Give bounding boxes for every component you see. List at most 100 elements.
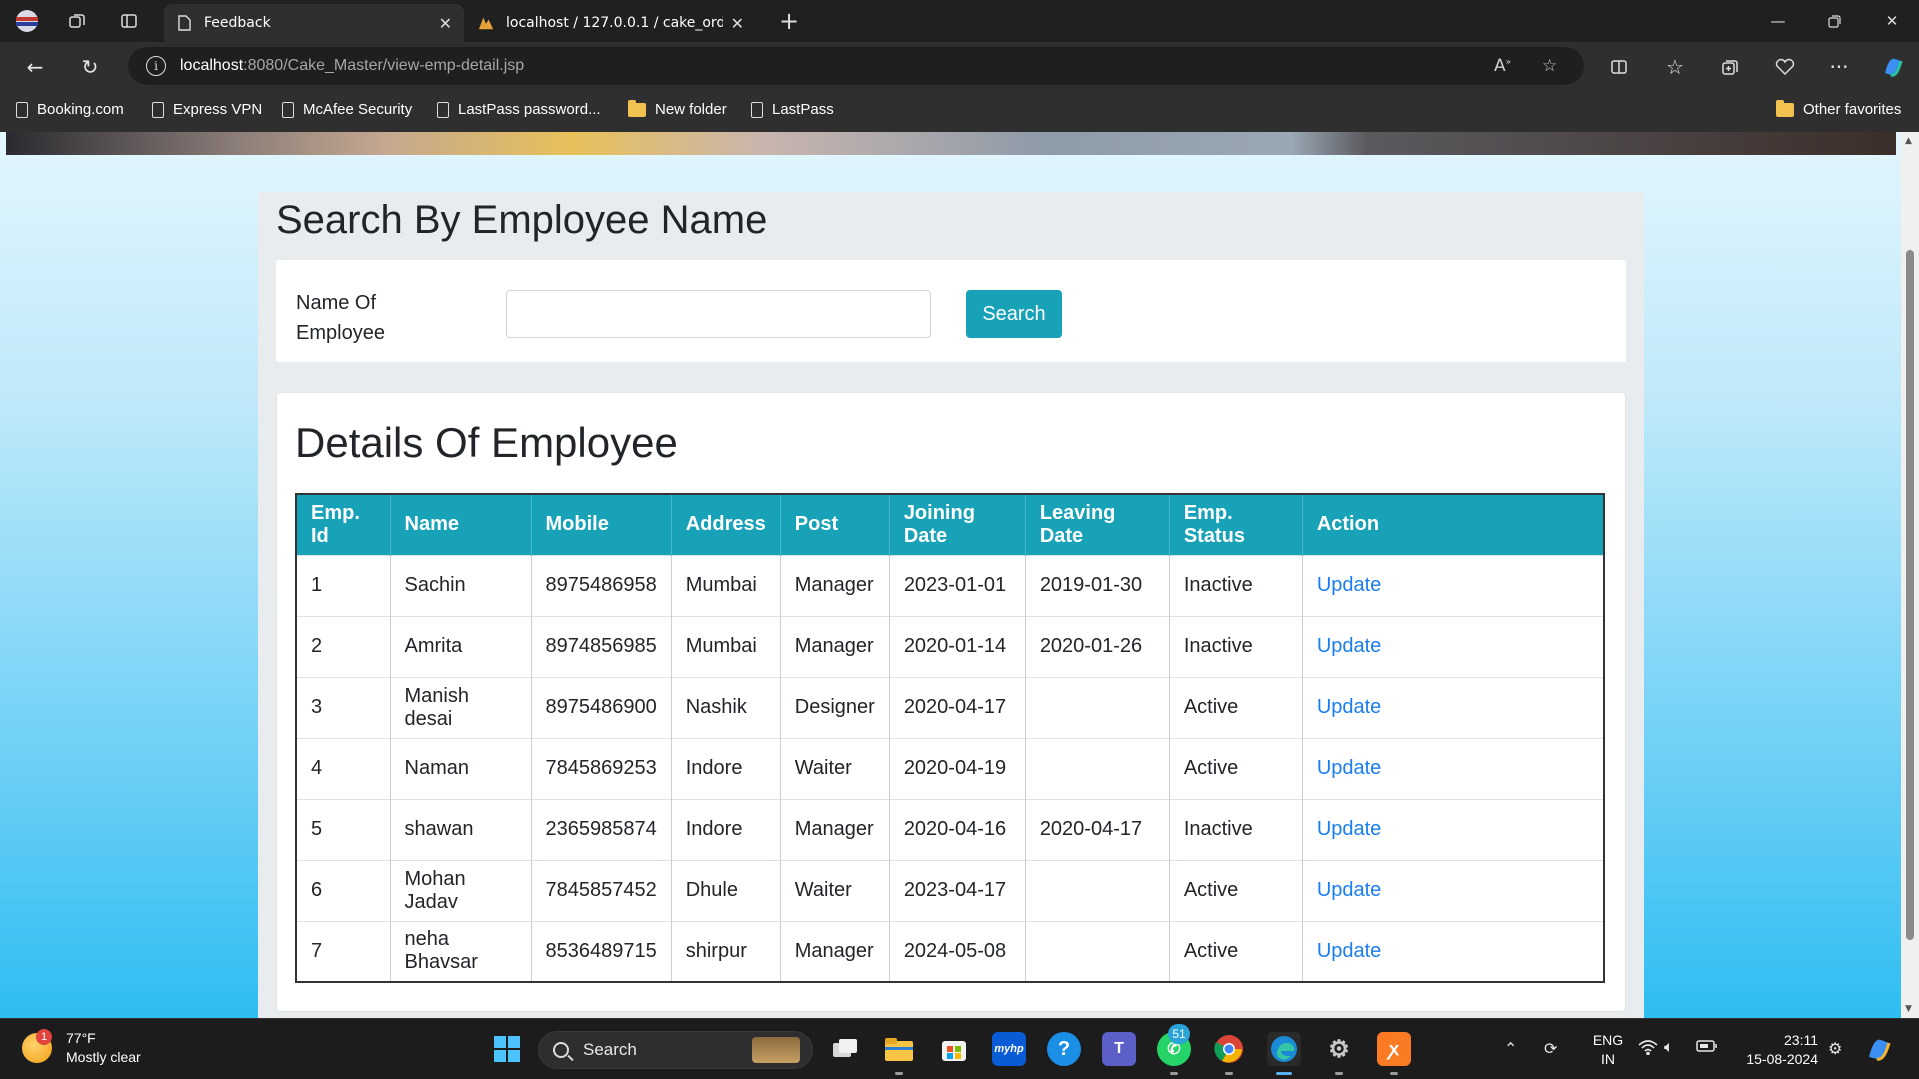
taskbar-search[interactable]: Search	[538, 1031, 813, 1069]
back-arrow-icon[interactable]: ←	[20, 52, 50, 82]
refresh-icon[interactable]: ↻	[75, 52, 105, 82]
bookmark-booking[interactable]: Booking.com	[16, 101, 124, 118]
taskbar-search-label: Search	[583, 1040, 637, 1059]
cell-address: Nashik	[671, 676, 781, 738]
volume-icon[interactable]: 🔈︎	[1664, 1039, 1674, 1057]
url-text[interactable]: localhost:8080/Cake_Master/view-emp-deta…	[180, 57, 524, 75]
cell-address: Mumbai	[671, 554, 781, 616]
task-view-icon[interactable]	[828, 1032, 862, 1066]
search-card: Name Of Employee Search	[276, 260, 1626, 362]
collections-icon[interactable]	[1715, 52, 1745, 82]
myhp-icon[interactable]: myhp	[992, 1032, 1026, 1066]
cell-joining-date: 2020-04-17	[889, 676, 1026, 738]
cell-mobile: 8974856985	[531, 615, 672, 677]
scrollbar-thumb[interactable]	[1906, 250, 1914, 940]
cell-leaving-date	[1025, 920, 1170, 982]
battery-icon[interactable]	[1696, 1039, 1718, 1058]
tab-feedback[interactable]: Feedback ✕	[164, 4, 464, 42]
bookmark-express-vpn[interactable]: Express VPN	[152, 101, 262, 118]
more-options-icon[interactable]: ···	[1824, 52, 1854, 82]
read-aloud-icon[interactable]: A»	[1494, 56, 1511, 76]
restore-icon[interactable]	[1814, 6, 1854, 36]
xampp-icon[interactable]: ꭗ	[1377, 1032, 1411, 1075]
new-tab-icon[interactable]: +	[776, 7, 802, 35]
start-windows-icon[interactable]	[490, 1032, 524, 1066]
language-indicator[interactable]: ENG IN	[1586, 1031, 1630, 1069]
cell-mobile: 8536489715	[531, 920, 672, 982]
cell-emp-status: Inactive	[1169, 615, 1303, 677]
whatsapp-badge: 51	[1168, 1024, 1190, 1044]
update-link[interactable]: Update	[1302, 859, 1604, 921]
scroll-up-arrow-icon[interactable]: ▲	[1905, 136, 1912, 146]
minimize-icon[interactable]: —	[1758, 6, 1798, 36]
update-link[interactable]: Update	[1302, 920, 1604, 982]
table-row: 4 Naman 7845869253 Indore Waiter 2020-04-19 Ac…	[296, 737, 1604, 799]
microsoft-store-icon[interactable]	[937, 1032, 971, 1066]
cell-emp-id: 2	[296, 615, 391, 677]
table-header-row: Emp. Id Name Mobile Address Post Joining Date…	[296, 494, 1604, 555]
table-row: 6 Mohan Jadav 7845857452 Dhule Waiter 2023-04…	[296, 859, 1604, 921]
update-link[interactable]: Update	[1302, 676, 1604, 738]
cell-joining-date: 2020-01-14	[889, 615, 1026, 677]
bookmark-lastpass[interactable]: LastPass	[751, 101, 834, 118]
file-explorer-icon[interactable]	[882, 1032, 916, 1075]
search-button[interactable]: Search	[966, 290, 1062, 338]
bookmark-mcafee[interactable]: McAfee Security	[282, 101, 412, 118]
profile-avatar-icon[interactable]	[14, 8, 40, 34]
page-scrollbar[interactable]: ▲ ▼	[1901, 132, 1919, 1018]
folder-icon	[1776, 99, 1794, 117]
weather-sun-icon: 1	[22, 1029, 52, 1063]
sync-icon[interactable]: ⟳	[1544, 1039, 1557, 1059]
cell-emp-id: 5	[296, 798, 391, 860]
edge-icon[interactable]	[1267, 1032, 1301, 1075]
update-link[interactable]: Update	[1302, 615, 1604, 677]
tab-phpmyadmin[interactable]: localhost / 127.0.0.1 / cake_order ✕	[466, 4, 756, 42]
header-address: Address	[671, 494, 781, 555]
copilot-taskbar-icon[interactable]	[1862, 1032, 1896, 1066]
cell-post: Designer	[780, 676, 890, 738]
workspaces-icon[interactable]	[64, 8, 90, 34]
table-row: 3 Manish desai 8975486900 Nashik Designer 202…	[296, 676, 1604, 738]
page-icon	[152, 101, 164, 118]
vertical-tabs-icon[interactable]	[116, 8, 142, 34]
teams-icon[interactable]: T	[1102, 1032, 1136, 1066]
details-title: Details Of Employee	[295, 419, 678, 466]
other-favorites[interactable]: Other favorites	[1776, 99, 1901, 118]
notifications-icon[interactable]: ⚙	[1828, 1039, 1842, 1059]
weather-description: Mostly clear	[66, 1049, 141, 1065]
close-tab-icon[interactable]: ✕	[439, 14, 452, 33]
page-icon	[282, 101, 294, 118]
clock[interactable]: 23:11 15-08-2024	[1728, 1031, 1818, 1069]
chrome-icon[interactable]	[1212, 1032, 1246, 1075]
address-bar[interactable]: i localhost:8080/Cake_Master/view-emp-de…	[128, 47, 1584, 85]
wifi-icon[interactable]	[1638, 1039, 1658, 1060]
browser-essentials-icon[interactable]	[1770, 52, 1800, 82]
copilot-icon[interactable]	[1878, 52, 1908, 82]
site-info-icon[interactable]: i	[146, 56, 166, 76]
favorites-icon[interactable]: ☆	[1660, 52, 1690, 82]
bookmarks-bar: Booking.com Express VPN McAfee Security …	[0, 90, 1919, 132]
bookmark-lastpass-password[interactable]: LastPass password...	[437, 101, 601, 118]
cell-emp-id: 7	[296, 920, 391, 982]
bookmark-new-folder[interactable]: New folder	[628, 99, 727, 118]
get-help-icon[interactable]: ?	[1047, 1032, 1081, 1066]
employee-name-input[interactable]	[506, 290, 931, 338]
show-hidden-icons-chevron-icon[interactable]: ⌃	[1504, 1039, 1517, 1059]
clock-date: 15-08-2024	[1746, 1051, 1818, 1067]
settings-gear-icon[interactable]: ⚙	[1322, 1032, 1356, 1075]
close-tab-icon[interactable]: ✕	[731, 14, 744, 33]
update-link[interactable]: Update	[1302, 554, 1604, 616]
split-screen-icon[interactable]	[1604, 52, 1634, 82]
close-window-icon[interactable]: ✕	[1872, 6, 1912, 36]
cell-emp-id: 6	[296, 859, 391, 921]
cell-name: Mohan Jadav	[390, 859, 532, 921]
windows-taskbar: 1 77°F Mostly clear Search myhp ? T ✆ 51…	[0, 1018, 1919, 1079]
cell-name: Manish desai	[390, 676, 532, 738]
scroll-down-arrow-icon[interactable]: ▼	[1905, 1004, 1912, 1014]
update-link[interactable]: Update	[1302, 737, 1604, 799]
weather-widget[interactable]: 1 77°F Mostly clear	[22, 1029, 141, 1067]
cell-name: Sachin	[390, 554, 532, 616]
favorite-star-icon[interactable]: ☆	[1542, 56, 1557, 76]
navigation-bar: ← ↻ i localhost:8080/Cake_Master/view-em…	[0, 42, 1919, 90]
update-link[interactable]: Update	[1302, 798, 1604, 860]
